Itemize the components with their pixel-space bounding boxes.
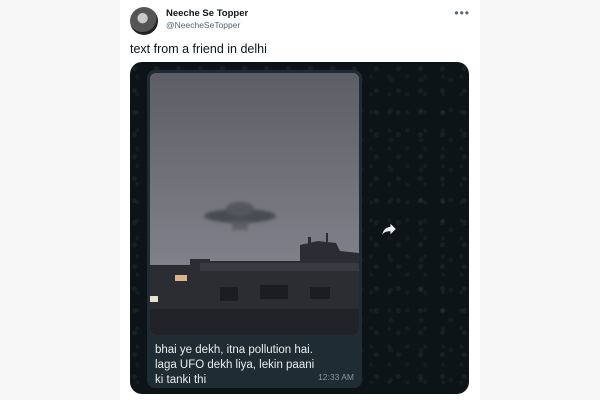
author-handle[interactable]: @NeecheSeTopper xyxy=(166,20,240,30)
avatar[interactable] xyxy=(130,7,158,35)
message-photo[interactable] xyxy=(150,73,359,335)
night-sky-photo xyxy=(150,73,359,335)
forward-arrow-icon[interactable] xyxy=(380,220,398,238)
tweet-media-screenshot[interactable]: bhai ye dekh, itna pollution hai. laga U… xyxy=(130,62,469,394)
message-timestamp: 12:33 AM xyxy=(318,372,354,382)
more-options-icon[interactable]: ••• xyxy=(454,6,470,20)
chat-message-bubble: bhai ye dekh, itna pollution hai. laga U… xyxy=(147,70,362,388)
author-name[interactable]: Neeche Se Topper xyxy=(166,8,248,19)
tweet-card: Neeche Se Topper @NeecheSeTopper ••• tex… xyxy=(120,0,480,400)
tweet-text: text from a friend in delhi xyxy=(130,42,267,56)
